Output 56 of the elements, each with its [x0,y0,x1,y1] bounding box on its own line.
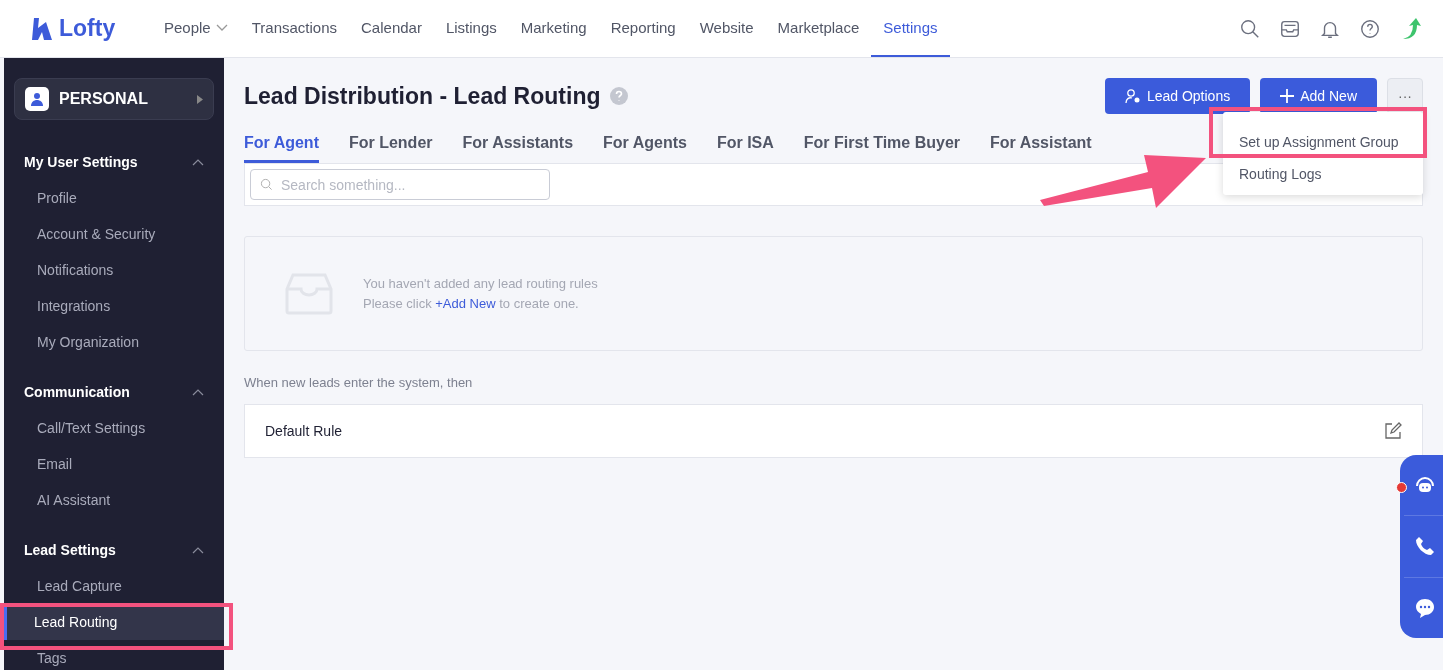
group-title: Lead Settings [24,542,116,558]
sidebar-item[interactable]: Lead Capture [4,568,224,604]
empty-hint: Please click +Add New to create one. [363,294,580,313]
chevron-up-icon[interactable] [192,388,204,396]
sidebar-item[interactable]: Email [4,446,224,482]
search-icon[interactable] [1239,17,1261,40]
nav-item[interactable]: Calendar [349,0,434,57]
help-icon[interactable] [1359,17,1381,40]
sidebar-item[interactable]: Call/Text Settings [4,410,224,446]
sidebar-item[interactable]: Notifications [4,252,224,288]
logo-icon[interactable] [30,15,54,42]
person-icon [30,92,44,106]
sidebar-item[interactable]: Account & Security [4,216,224,252]
sidebar-group-header[interactable]: Communication [14,374,214,410]
tab[interactable]: For Assistant [990,134,1092,163]
nav-item[interactable]: Listings [433,0,509,57]
phone-icon[interactable] [1415,536,1435,557]
sidebar-item[interactable]: My Organization [4,324,224,360]
empty-message: You haven't added any lead routing rules [363,274,598,293]
search-field[interactable]: Search something... [250,169,550,200]
sidebar-group-header[interactable]: Lead Settings [14,532,214,568]
account-switcher[interactable]: PERSONAL [14,78,214,120]
nav-item[interactable]: Website [687,0,766,57]
group-title: My User Settings [24,154,138,170]
sidebar-group-header[interactable]: My User Settings [14,144,214,180]
caret-right-icon [197,94,203,104]
menu-item[interactable]: Routing Logs [1223,158,1423,190]
group-title: Communication [24,384,130,400]
sidebar-item[interactable]: AI Assistant [4,482,224,518]
rule-description: When new leads enter the system, then [244,375,474,390]
sidebar-item[interactable]: Integrations [4,288,224,324]
nav-item[interactable]: Transactions [239,0,350,57]
tab[interactable]: For Lender [348,134,433,163]
tab[interactable]: For Assistants [462,134,574,163]
nav-item[interactable]: Marketing [508,0,599,57]
add-new-link[interactable]: +Add New [435,295,496,311]
sidebar-item[interactable]: Tags [4,640,224,670]
tab[interactable]: For First Time Buyer [803,134,960,163]
sidebar-item[interactable]: Profile [4,180,224,216]
nav-item[interactable]: Settings [871,0,950,57]
edit-icon[interactable] [1384,422,1402,440]
brand-name[interactable]: Lofty [59,15,116,42]
nav-item[interactable]: Reporting [598,0,688,57]
person-gear-icon [1124,88,1141,104]
page-title: Lead Distribution - Lead Routing [244,82,601,110]
nav-item[interactable]: People [152,0,240,57]
chevron-up-icon[interactable] [192,546,204,554]
tab[interactable]: For ISA [716,134,774,163]
chevron-up-icon[interactable] [192,158,204,166]
lead-options-button[interactable]: Lead Options [1104,78,1251,114]
nav-item[interactable]: Marketplace [765,0,872,57]
plus-icon [1280,89,1295,103]
chat-bubble-icon[interactable] [1414,596,1436,619]
tab[interactable]: For Agents [603,134,687,163]
rule-name: Default Rule [265,423,343,439]
menu-item[interactable]: Set up Assignment Group [1223,126,1423,158]
